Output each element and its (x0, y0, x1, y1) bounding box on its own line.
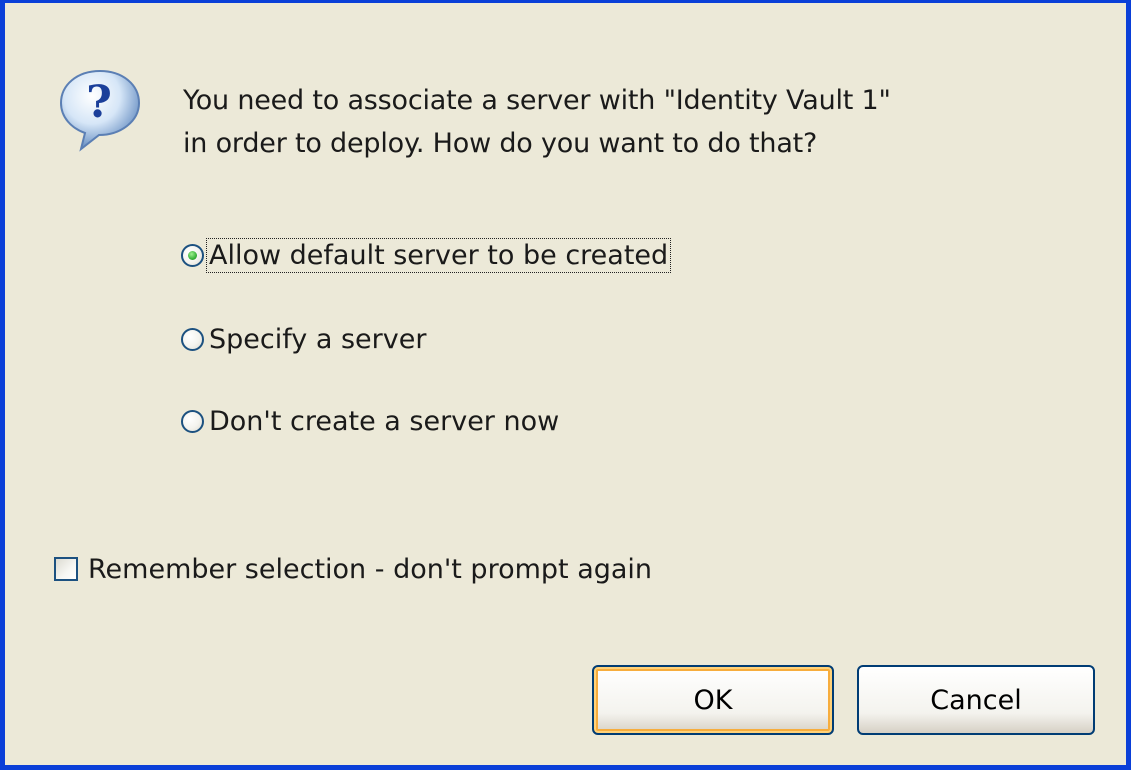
cancel-button[interactable]: Cancel (857, 665, 1095, 735)
radio-label[interactable]: Allow default server to be created (205, 237, 672, 273)
radio-specify-server[interactable]: Specify a server (181, 319, 428, 359)
radio-dot (188, 250, 197, 260)
question-icon: ? (59, 69, 141, 152)
radio-button[interactable] (181, 327, 204, 351)
dialog-window: ? You need to associate a server with "I… (0, 0, 1131, 770)
remember-selection-checkbox[interactable] (54, 557, 78, 581)
remember-selection-label[interactable]: Remember selection - don't prompt again (88, 554, 652, 585)
radio-allow-default-server[interactable]: Allow default server to be created (181, 235, 672, 275)
radio-button[interactable] (181, 409, 204, 433)
ok-button[interactable]: OK (592, 665, 834, 735)
remember-selection-checkbox-row[interactable]: Remember selection - don't prompt again (54, 549, 652, 589)
radio-dont-create-server[interactable]: Don't create a server now (181, 401, 561, 441)
dialog-message: You need to associate a server with "Ide… (183, 79, 891, 165)
radio-label[interactable]: Don't create a server now (207, 405, 561, 438)
radio-button-selected[interactable] (181, 243, 204, 267)
svg-text:?: ? (86, 77, 112, 128)
message-line-1: You need to associate a server with "Ide… (183, 85, 891, 116)
message-line-2: in order to deploy. How do you want to d… (183, 128, 818, 159)
radio-label[interactable]: Specify a server (207, 323, 428, 356)
